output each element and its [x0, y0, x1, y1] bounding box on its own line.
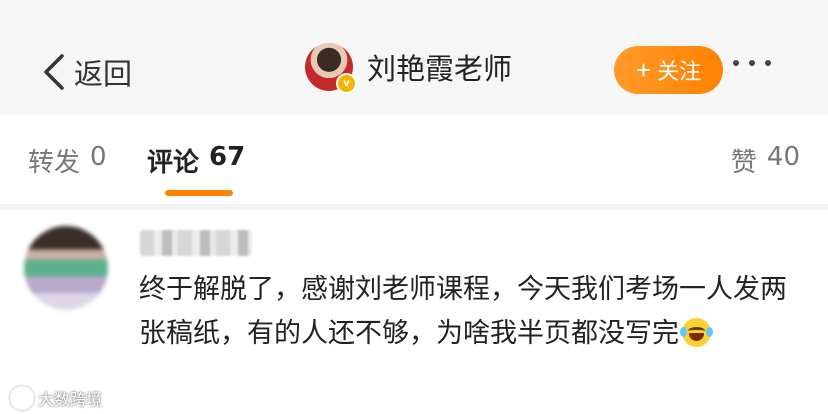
dot — [733, 60, 739, 66]
section-divider — [0, 204, 828, 210]
tab-comments-count: 67 — [209, 142, 246, 172]
plus-icon: + — [635, 55, 652, 85]
tab-bar: 转发 0 评论 67 赞 40 — [0, 116, 828, 204]
watermark-text: 大数跨境 — [38, 390, 103, 409]
verified-badge-icon: v — [336, 73, 357, 94]
active-tab-indicator — [165, 190, 233, 196]
tab-likes-count: 40 — [766, 142, 800, 172]
commenter-name-blurred[interactable] — [140, 230, 252, 256]
comment-text: 终于解脱了，感谢刘老师课程，今天我们考场一人发两张稿纸，有的人还不够，为啥我半页… — [139, 268, 799, 356]
watermark-logo-icon — [10, 386, 34, 410]
tab-likes-label: 赞 — [730, 148, 757, 178]
dot — [765, 60, 771, 66]
tab-repost-count: 0 — [90, 142, 107, 172]
watermark: 大数跨境 — [10, 386, 102, 410]
top-navigation-bar: 返回 v 刘艳霞老师 + 关注 — [0, 0, 828, 115]
profile-header[interactable]: v 刘艳霞老师 — [305, 43, 513, 94]
commenter-avatar[interactable] — [24, 226, 108, 310]
tab-comments[interactable]: 评论 67 — [147, 142, 245, 179]
follow-button[interactable]: + 关注 — [614, 46, 723, 94]
tab-comments-label: 评论 — [147, 148, 200, 178]
dot — [749, 60, 755, 66]
laughing-tears-emoji-icon — [680, 318, 713, 347]
chevron-left-icon — [44, 54, 64, 90]
profile-name: 刘艳霞老师 — [367, 52, 513, 86]
avatar[interactable]: v — [305, 43, 357, 94]
follow-label: 关注 — [657, 59, 702, 84]
tear-right — [706, 327, 713, 337]
tab-repost-label: 转发 — [28, 148, 81, 178]
tear-left — [680, 327, 687, 337]
more-dots-icon[interactable] — [733, 60, 771, 66]
tab-repost[interactable]: 转发 0 — [28, 142, 107, 179]
back-label: 返回 — [74, 57, 133, 91]
tab-likes[interactable]: 赞 40 — [731, 142, 800, 179]
back-button[interactable]: 返回 — [40, 47, 132, 97]
